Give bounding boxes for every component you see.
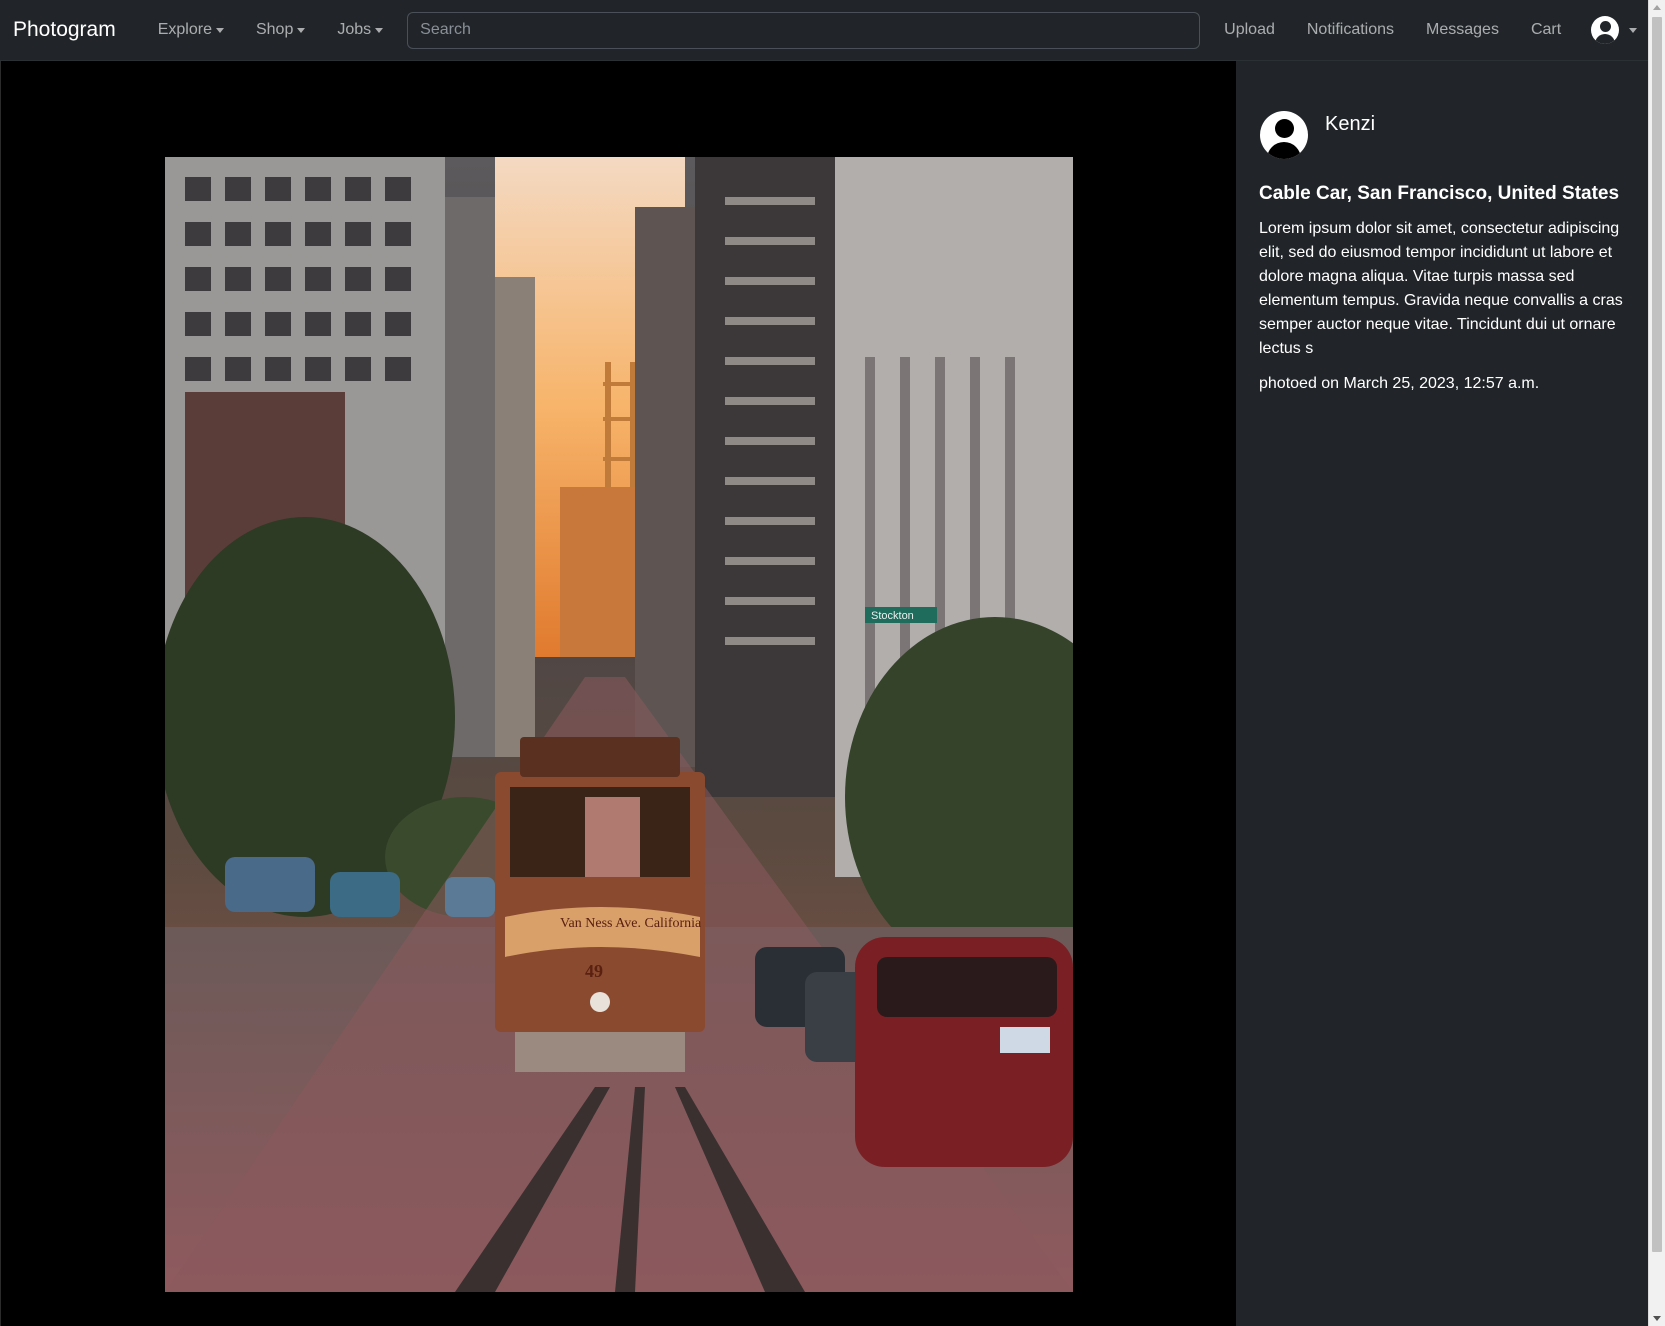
scroll-thumb[interactable]: [1652, 17, 1662, 1252]
search-input[interactable]: [407, 11, 1201, 49]
cable-car-sign-text: Van Ness Ave. California: [560, 916, 702, 931]
messages-link[interactable]: Messages: [1426, 21, 1499, 39]
photo-title: Cable Car, San Francisco, United States: [1259, 183, 1620, 204]
photo-date: photoed on March 25, 2023, 12:57 a.m.: [1259, 375, 1540, 392]
photo-illustration: Van Ness Ave. California 49 Stockton: [165, 157, 1073, 1292]
cable-car-photo: Van Ness Ave. California 49 Stockton: [165, 157, 1073, 1292]
shop-menu-label: Shop: [255, 21, 294, 38]
car-number-text: 49: [585, 961, 603, 981]
right-nav: Upload Notifications Messages Cart: [1208, 0, 1638, 60]
caret-down-icon: [215, 27, 224, 33]
caret-down-icon: [1629, 27, 1638, 33]
upload-link[interactable]: Upload: [1224, 21, 1275, 39]
street-sign-text: Stockton: [871, 610, 914, 622]
page-scrollbar[interactable]: [1648, 0, 1665, 1326]
photo-description: Lorem ipsum dolor sit amet, consectetur …: [1259, 220, 1623, 357]
author-name: Kenzi: [1325, 113, 1376, 135]
caret-down-icon: [375, 27, 384, 33]
photo-details-sidebar: Kenzi Cable Car, San Francisco, United S…: [1236, 61, 1648, 1326]
jobs-menu[interactable]: Jobs: [337, 21, 384, 39]
scroll-down-arrow-icon[interactable]: [1653, 1316, 1661, 1321]
brand-logo[interactable]: Photogram: [13, 18, 116, 42]
jobs-menu-label: Jobs: [337, 21, 372, 38]
explore-menu-label: Explore: [157, 21, 212, 38]
user-avatar-icon: [1591, 16, 1620, 44]
user-menu[interactable]: [1591, 16, 1638, 44]
explore-menu[interactable]: Explore: [158, 21, 224, 39]
top-navbar: Photogram Explore Shop Jobs Upload Notif…: [0, 0, 1648, 61]
shop-menu[interactable]: Shop: [255, 21, 306, 39]
photo-viewer: Van Ness Ave. California 49 Stockton: [0, 61, 1236, 1326]
author-avatar-icon: [1260, 111, 1308, 159]
caret-down-icon: [297, 27, 306, 33]
scroll-up-arrow-icon[interactable]: [1653, 5, 1661, 10]
cart-link[interactable]: Cart: [1531, 21, 1561, 39]
notifications-link[interactable]: Notifications: [1307, 21, 1394, 39]
author-profile[interactable]: Kenzi: [1260, 111, 1375, 159]
